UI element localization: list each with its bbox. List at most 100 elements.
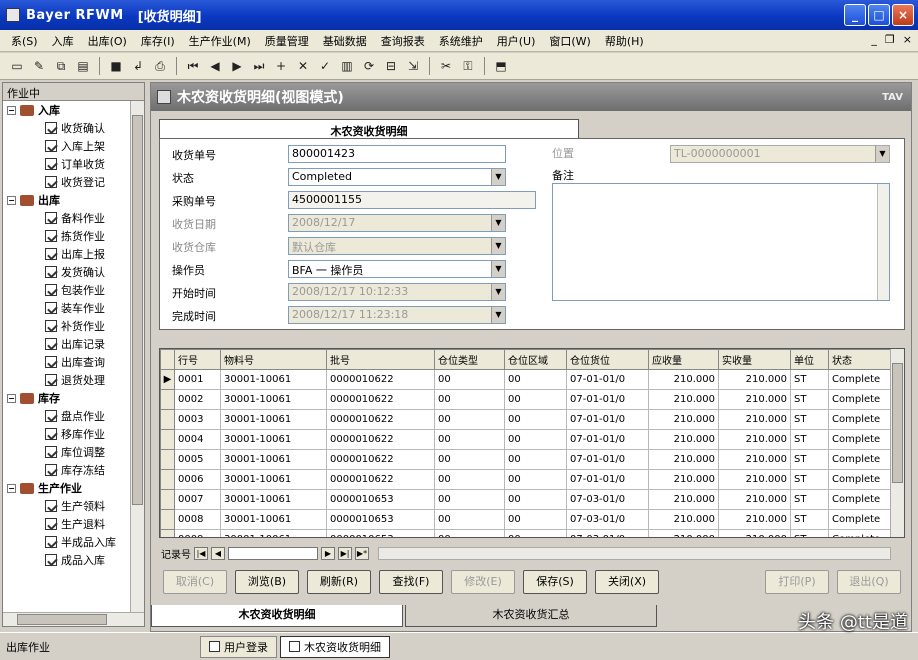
grid-vertical-scrollbar[interactable] bbox=[890, 349, 904, 537]
menu-item-production[interactable]: 生产作业(M) bbox=[182, 33, 258, 49]
grid-cell[interactable]: 00 bbox=[434, 429, 505, 450]
grid-cell[interactable]: 07-03-01/0 bbox=[566, 529, 649, 537]
post-icon[interactable]: ✓ bbox=[316, 57, 334, 75]
edit-button[interactable]: 修改(E) bbox=[451, 570, 515, 594]
nav-prev-icon[interactable]: ◀ bbox=[211, 546, 225, 560]
grid-cell[interactable]: 210.000 bbox=[648, 509, 719, 530]
table-row[interactable]: 0007 30001-10061 0000010653 00 00 07-03-01/0 2… bbox=[160, 489, 893, 510]
first-record-icon[interactable]: ⏮ bbox=[184, 57, 202, 75]
tree-item[interactable]: 收货确认 bbox=[3, 119, 130, 137]
close-form-button[interactable]: 关闭(X) bbox=[595, 570, 659, 594]
next-record-icon[interactable]: ▶ bbox=[228, 57, 246, 75]
tab-receipt-detail-top[interactable]: 木农资收货明细 bbox=[159, 119, 579, 139]
grid-cell[interactable]: Complete bbox=[828, 469, 893, 490]
tree-item[interactable]: 半成品入库 bbox=[3, 533, 130, 551]
exit-button[interactable]: 退出(Q) bbox=[837, 570, 901, 594]
grid-cell[interactable]: 00 bbox=[504, 369, 567, 390]
grid-cell[interactable]: 07-01-01/0 bbox=[566, 389, 649, 410]
receipt-no-field[interactable]: 800001423 bbox=[288, 145, 506, 163]
prev-record-icon[interactable]: ◀ bbox=[206, 57, 224, 75]
grid-cell[interactable]: 30001-10061 bbox=[220, 409, 327, 430]
grid-cell[interactable]: 0009 bbox=[174, 529, 221, 537]
memo-scrollbar[interactable] bbox=[877, 184, 889, 300]
print-icon[interactable]: ⎙ bbox=[151, 57, 169, 75]
grid-cell[interactable]: Complete bbox=[828, 489, 893, 510]
grid-cell[interactable]: 210.000 bbox=[718, 429, 791, 450]
row-indicator[interactable] bbox=[160, 429, 175, 450]
chevron-down-icon[interactable]: ▼ bbox=[491, 215, 505, 231]
grid-cell[interactable]: ST bbox=[790, 529, 829, 537]
tree-item[interactable]: 库存冻结 bbox=[3, 461, 130, 479]
menu-item-maintenance[interactable]: 系统维护 bbox=[432, 33, 490, 49]
grid-cell[interactable]: 00 bbox=[434, 389, 505, 410]
row-indicator[interactable] bbox=[160, 509, 175, 530]
column-header[interactable]: 仓位货位 bbox=[566, 349, 649, 370]
tree-item[interactable]: 退货处理 bbox=[3, 371, 130, 389]
tree-item[interactable]: 包装作业 bbox=[3, 281, 130, 299]
grid-cell[interactable]: ST bbox=[790, 489, 829, 510]
grid-cell[interactable]: 0000010622 bbox=[326, 369, 435, 390]
grid-cell[interactable]: 00 bbox=[434, 489, 505, 510]
grid-cell[interactable]: 0000010653 bbox=[326, 489, 435, 510]
nav-next-icon[interactable]: ▶ bbox=[321, 546, 335, 560]
received-date-field[interactable]: 2008/12/17 ▼ bbox=[288, 214, 506, 232]
scroll-thumb[interactable] bbox=[892, 363, 903, 483]
tree-item[interactable]: 出库查询 bbox=[3, 353, 130, 371]
grid-cell[interactable]: 210.000 bbox=[718, 409, 791, 430]
row-indicator[interactable] bbox=[160, 389, 175, 410]
grid-cell[interactable]: 210.000 bbox=[648, 409, 719, 430]
tab-receipt-summary[interactable]: 木农资收货汇总 bbox=[405, 605, 657, 627]
grid-cell[interactable]: ST bbox=[790, 509, 829, 530]
grid-cell[interactable]: 30001-10061 bbox=[220, 389, 327, 410]
table-row[interactable]: 0002 30001-10061 0000010622 00 00 07-01-01/0 2… bbox=[160, 389, 893, 410]
task-receipt-detail[interactable]: 木农资收货明细 bbox=[280, 635, 390, 658]
refresh-icon[interactable]: ⟳ bbox=[360, 57, 378, 75]
grid-cell[interactable]: ST bbox=[790, 369, 829, 390]
mdi-close-button[interactable]: × bbox=[903, 33, 912, 46]
grid-cell[interactable]: 210.000 bbox=[648, 369, 719, 390]
menu-item-system[interactable]: 系(S) bbox=[4, 33, 45, 49]
start-time-field[interactable]: 2008/12/17 10:12:33 ▼ bbox=[288, 283, 506, 301]
find-button[interactable]: 查找(F) bbox=[379, 570, 443, 594]
grid-cell[interactable]: 30001-10061 bbox=[220, 529, 327, 537]
grid-cell[interactable]: 0000010622 bbox=[326, 429, 435, 450]
scroll-thumb[interactable] bbox=[132, 115, 143, 505]
grid-horizontal-scrollbar[interactable] bbox=[378, 546, 891, 560]
grid-cell[interactable]: 210.000 bbox=[718, 389, 791, 410]
grid-cell[interactable]: Complete bbox=[828, 409, 893, 430]
grid-cell[interactable]: 210.000 bbox=[718, 469, 791, 490]
grid-cell[interactable]: 0007 bbox=[174, 489, 221, 510]
add-record-icon[interactable]: + bbox=[272, 57, 290, 75]
grid-cell[interactable]: Complete bbox=[828, 509, 893, 530]
table-row[interactable]: 0006 30001-10061 0000010622 00 00 07-01-01/0 2… bbox=[160, 469, 893, 490]
tools-icon[interactable]: ✂ bbox=[437, 57, 455, 75]
menu-item-inventory[interactable]: 库存(I) bbox=[134, 33, 182, 49]
menu-item-outbound[interactable]: 出库(O) bbox=[81, 33, 134, 49]
po-field[interactable]: 4500001155 bbox=[288, 191, 536, 209]
grid-cell[interactable]: 210.000 bbox=[718, 489, 791, 510]
grid-cell[interactable]: 0006 bbox=[174, 469, 221, 490]
chevron-down-icon[interactable]: ▼ bbox=[491, 284, 505, 300]
current-row-indicator-icon[interactable]: ▶ bbox=[160, 369, 175, 390]
grid-cell[interactable]: 00 bbox=[504, 409, 567, 430]
chevron-down-icon[interactable]: ▼ bbox=[491, 169, 505, 185]
column-header[interactable]: 单位 bbox=[790, 349, 829, 370]
menu-item-window[interactable]: 窗口(W) bbox=[542, 33, 597, 49]
nav-first-icon[interactable]: |◀ bbox=[194, 546, 208, 560]
stop-icon[interactable]: ■ bbox=[107, 57, 125, 75]
grid-cell[interactable]: 00 bbox=[504, 509, 567, 530]
grid-cell[interactable]: 30001-10061 bbox=[220, 369, 327, 390]
grid-cell[interactable]: 07-01-01/0 bbox=[566, 429, 649, 450]
delete-record-icon[interactable]: ✕ bbox=[294, 57, 312, 75]
filter-icon[interactable]: ⊟ bbox=[382, 57, 400, 75]
column-header[interactable]: 应收量 bbox=[648, 349, 719, 370]
table-row[interactable]: 0005 30001-10061 0000010622 00 00 07-01-01/0 2… bbox=[160, 449, 893, 470]
table-row[interactable]: 0008 30001-10061 0000010653 00 00 07-03-01/0 2… bbox=[160, 509, 893, 530]
column-header[interactable]: 仓位区域 bbox=[504, 349, 567, 370]
mdi-minimize-button[interactable]: _ bbox=[871, 33, 877, 46]
collapse-icon[interactable]: − bbox=[7, 393, 16, 403]
menu-item-help[interactable]: 帮助(H) bbox=[598, 33, 651, 49]
grid-cell[interactable]: ST bbox=[790, 409, 829, 430]
close-button[interactable]: × bbox=[892, 4, 914, 26]
tree-item[interactable]: 移库作业 bbox=[3, 425, 130, 443]
